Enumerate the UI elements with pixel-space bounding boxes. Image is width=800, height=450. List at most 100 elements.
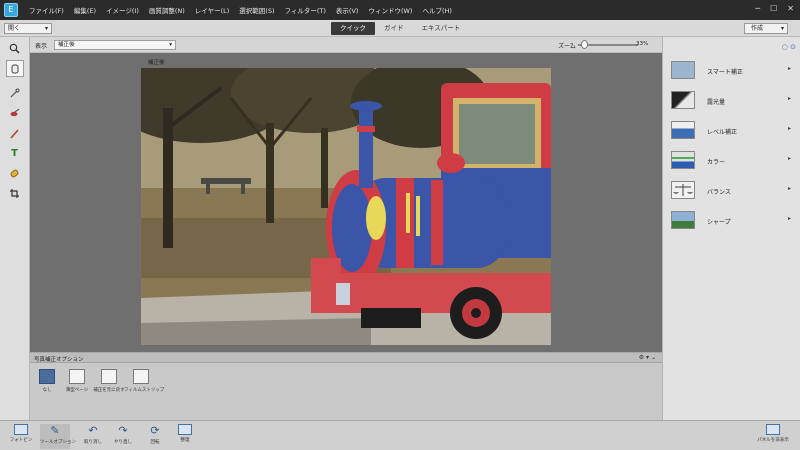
smart-fix-icon [671, 61, 695, 79]
bin-item-page[interactable]: 薄型ページ [60, 369, 94, 393]
type-tool-icon[interactable]: T [6, 145, 24, 162]
tab-expert[interactable]: エキスパート [413, 22, 470, 35]
red-eye-icon[interactable] [6, 105, 24, 122]
menu-edit[interactable]: 編集(E) [69, 5, 101, 15]
crop-tool-icon[interactable] [6, 185, 24, 202]
menu-file[interactable]: ファイル(F) [24, 5, 69, 15]
bin-item-filmstrip[interactable]: フィルムストリップ [124, 369, 164, 393]
adjustment-label: レベル補正 [707, 129, 738, 136]
adjustment-label: 露光量 [707, 99, 726, 106]
window-controls: ─ ☐ ✕ [755, 4, 794, 13]
tool-options-button[interactable]: ✎ ツールオプション [40, 424, 76, 449]
chevron-right-icon: ▸ [787, 155, 791, 162]
color-icon [671, 151, 695, 169]
app-icon: E [4, 3, 18, 17]
view-select[interactable]: 補正後 ▾ [54, 40, 176, 50]
photo-bin-header: 写真補正オプション ⚙ ▾ ⌄ [30, 353, 662, 363]
view-label: 表示 [35, 43, 48, 50]
thumbnail-icon [101, 369, 117, 384]
tab-guided[interactable]: ガイド [375, 22, 413, 35]
adjustment-sharpen[interactable]: シャープ ▸ [663, 207, 800, 237]
quick-selection-icon[interactable] [6, 85, 24, 102]
thumbnail-icon [39, 369, 55, 384]
zoom-tool-icon[interactable] [6, 40, 24, 57]
create-button-label: 作成 [751, 25, 764, 32]
bin-item-none[interactable]: なし [30, 369, 64, 393]
adjustment-exposure[interactable]: 露光量 ▸ [663, 87, 800, 117]
redo-button[interactable]: ↷ やり直し [108, 424, 138, 445]
thumbnail-icon [133, 369, 149, 384]
taskbar-label: フォトビン [9, 438, 33, 443]
taskbar-label: 回転 [150, 440, 160, 445]
chevron-down-icon: ▾ [780, 25, 784, 32]
menu-enhance[interactable]: 画質調整(N) [144, 5, 190, 15]
menu-filter[interactable]: フィルター(T) [280, 5, 331, 15]
bin-item-label: なし [42, 388, 52, 393]
menu-window[interactable]: ウィンドウ(W) [363, 5, 417, 15]
panel-toggle-icon [766, 424, 780, 435]
zoom-label: ズーム [558, 43, 576, 50]
canvas-area: 補正後 [30, 53, 662, 352]
adjustments-panel: ○ ⊙ スマート補正 ▸ 露光量 ▸ レベル補正 ▸ カラー ▸ バランス ▸ … [662, 37, 800, 420]
adjustment-smart-fix[interactable]: スマート補正 ▸ [663, 57, 800, 87]
bin-item-label: 薄型ページ [65, 388, 89, 393]
zoom-slider-thumb[interactable] [581, 40, 588, 49]
tab-quick[interactable]: クイック [331, 22, 375, 35]
photo-bin-button[interactable]: フォトビン [6, 424, 36, 443]
undo-icon: ↶ [88, 424, 98, 437]
bin-item-label: 補正を元に戻す [93, 388, 125, 393]
mode-bar: 開く ▾ クイック ガイド エキスパート 作成 ▾ [0, 20, 800, 37]
adjustment-balance[interactable]: バランス ▸ [663, 177, 800, 207]
adjustment-label: バランス [707, 189, 731, 196]
open-button-label: 開く [8, 25, 21, 32]
hand-tool-icon[interactable] [5, 60, 24, 77]
bin-item-revert[interactable]: 補正を元に戻す [92, 369, 126, 393]
adjustment-levels[interactable]: レベル補正 ▸ [663, 117, 800, 147]
adjustment-label: カラー [707, 159, 726, 166]
adjustment-label: シャープ [707, 219, 731, 226]
view-select-value: 補正後 [58, 42, 75, 48]
rotate-icon: ⟳ [150, 424, 160, 437]
sharpen-icon [671, 211, 695, 229]
whiten-teeth-icon[interactable] [6, 125, 24, 142]
tool-panel: T [0, 37, 30, 420]
adjustment-color[interactable]: カラー ▸ [663, 147, 800, 177]
taskbar-label: パネルを非表示 [757, 438, 789, 443]
rotate-button[interactable]: ⟳ 回転 [140, 424, 170, 445]
zoom-out-icon[interactable]: - [570, 40, 573, 48]
chevron-down-icon: ▾ [169, 42, 172, 48]
undo-button[interactable]: ↶ 取り消し [78, 424, 108, 445]
bin-options-icon[interactable]: ⚙ ▾ ⌄ [639, 354, 656, 361]
organizer-icon [178, 424, 192, 435]
chevron-right-icon: ▸ [787, 65, 791, 72]
thumbnail-icon [69, 369, 85, 384]
panel-settings-icon[interactable]: ○ ⊙ [782, 43, 796, 51]
maximize-icon[interactable]: ☐ [770, 4, 777, 13]
menu-layer[interactable]: レイヤー(L) [190, 5, 235, 15]
mode-tabs: クイック ガイド エキスパート [331, 22, 469, 35]
organize-button[interactable]: 整理 [170, 424, 200, 443]
exposure-icon [671, 91, 695, 109]
chevron-down-icon: ▾ [44, 25, 48, 32]
menu-image[interactable]: イメージ(I) [101, 5, 144, 15]
levels-icon [671, 121, 695, 139]
tool-options-icon: ✎ [50, 424, 60, 437]
close-icon[interactable]: ✕ [787, 4, 794, 13]
menu-select[interactable]: 選択範囲(S) [234, 5, 279, 15]
chevron-right-icon: ▸ [787, 215, 791, 222]
minimize-icon[interactable]: ─ [755, 4, 760, 13]
chevron-right-icon: ▸ [787, 185, 791, 192]
chevron-right-icon: ▸ [787, 125, 791, 132]
hide-panel-button[interactable]: パネルを非表示 [752, 424, 794, 443]
taskbar-label: やり直し [114, 440, 132, 445]
photo-bin-title: 写真補正オプション [34, 357, 84, 363]
menu-help[interactable]: ヘルプ(H) [417, 5, 456, 15]
create-button[interactable]: 作成 ▾ [744, 23, 788, 34]
taskbar-label: 取り消し [84, 440, 102, 445]
spot-healing-icon[interactable] [6, 165, 24, 182]
menu-view[interactable]: 表示(V) [331, 5, 364, 15]
open-button[interactable]: 開く ▾ [4, 23, 52, 34]
taskbar-label: ツールオプション [40, 440, 76, 445]
photo-image[interactable] [141, 68, 551, 345]
taskbar-label: 整理 [180, 438, 190, 443]
